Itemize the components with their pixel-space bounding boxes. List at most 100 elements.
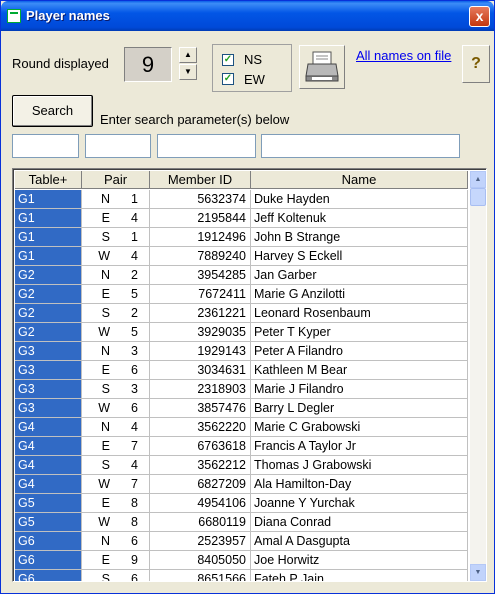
cell-id[interactable]: 7889240 <box>150 247 251 266</box>
cell-pair[interactable]: 8 <box>129 494 150 513</box>
cell-id[interactable]: 1912496 <box>150 228 251 247</box>
round-down-button[interactable]: ▼ <box>179 64 197 80</box>
print-button[interactable] <box>299 45 345 89</box>
cell-name[interactable]: Marie G Anzilotti <box>251 285 468 304</box>
cell-table[interactable]: G3 <box>15 342 82 361</box>
help-button[interactable]: ? <box>462 45 490 83</box>
cell-id[interactable]: 8405050 <box>150 551 251 570</box>
cell-table[interactable]: G1 <box>15 190 82 209</box>
table-row[interactable]: G6 E 9 8405050 Joe Horwitz <box>15 551 468 570</box>
table-row[interactable]: G1 E 4 2195844 Jeff Koltenuk <box>15 209 468 228</box>
cell-id[interactable]: 3954285 <box>150 266 251 285</box>
cell-table[interactable]: G3 <box>15 380 82 399</box>
cell-pair[interactable]: 2 <box>129 304 150 323</box>
search-name-input[interactable] <box>261 134 460 158</box>
all-names-link[interactable]: All names on file <box>356 48 451 63</box>
search-button[interactable]: Search <box>12 95 93 127</box>
table-row[interactable]: G3 N 3 1929143 Peter A Filandro <box>15 342 468 361</box>
cell-table[interactable]: G6 <box>15 532 82 551</box>
cell-pair[interactable]: 1 <box>129 190 150 209</box>
scroll-up-button[interactable]: ▲ <box>470 171 486 188</box>
table-row[interactable]: G1 S 1 1912496 John B Strange <box>15 228 468 247</box>
cell-name[interactable]: Marie J Filandro <box>251 380 468 399</box>
header-pair[interactable]: Pair <box>82 171 150 189</box>
cell-id[interactable]: 3929035 <box>150 323 251 342</box>
table-row[interactable]: G1 N 1 5632374 Duke Hayden <box>15 190 468 209</box>
table-row[interactable]: G4 S 4 3562212 Thomas J Grabowski <box>15 456 468 475</box>
cell-table[interactable]: G5 <box>15 494 82 513</box>
cell-id[interactable]: 1929143 <box>150 342 251 361</box>
cell-name[interactable]: Kathleen M Bear <box>251 361 468 380</box>
cell-id[interactable]: 2361221 <box>150 304 251 323</box>
table-row[interactable]: G5 E 8 4954106 Joanne Y Yurchak <box>15 494 468 513</box>
search-member-id-input[interactable] <box>157 134 256 158</box>
cell-pair[interactable]: 3 <box>129 342 150 361</box>
search-table-input[interactable] <box>12 134 79 158</box>
cell-name[interactable]: Diana Conrad <box>251 513 468 532</box>
cell-pair[interactable]: 2 <box>129 266 150 285</box>
cell-pair[interactable]: 3 <box>129 380 150 399</box>
cell-name[interactable]: Thomas J Grabowski <box>251 456 468 475</box>
table-row[interactable]: G1 W 4 7889240 Harvey S Eckell <box>15 247 468 266</box>
cell-table[interactable]: G5 <box>15 513 82 532</box>
cell-pair[interactable]: 7 <box>129 475 150 494</box>
cell-pair[interactable]: 5 <box>129 323 150 342</box>
cell-name[interactable]: Ala Hamilton-Day <box>251 475 468 494</box>
table-row[interactable]: G3 W 6 3857476 Barry L Degler <box>15 399 468 418</box>
round-up-button[interactable]: ▲ <box>179 47 197 63</box>
cell-pair[interactable]: 4 <box>129 209 150 228</box>
table-row[interactable]: G4 E 7 6763618 Francis A Taylor Jr <box>15 437 468 456</box>
cell-table[interactable]: G2 <box>15 323 82 342</box>
cell-id[interactable]: 4954106 <box>150 494 251 513</box>
cell-name[interactable]: Barry L Degler <box>251 399 468 418</box>
cell-id[interactable]: 2523957 <box>150 532 251 551</box>
cell-id[interactable]: 3034631 <box>150 361 251 380</box>
cell-name[interactable]: Francis A Taylor Jr <box>251 437 468 456</box>
cell-id[interactable]: 6827209 <box>150 475 251 494</box>
table-row[interactable]: G5 W 8 6680119 Diana Conrad <box>15 513 468 532</box>
cell-table[interactable]: G4 <box>15 437 82 456</box>
cell-name[interactable]: Duke Hayden <box>251 190 468 209</box>
header-table[interactable]: Table+ <box>15 171 82 189</box>
cell-pair[interactable]: 6 <box>129 570 150 581</box>
cell-table[interactable]: G6 <box>15 570 82 581</box>
cell-name[interactable]: John B Strange <box>251 228 468 247</box>
cell-table[interactable]: G2 <box>15 285 82 304</box>
cell-table[interactable]: G3 <box>15 399 82 418</box>
cell-pair[interactable]: 6 <box>129 532 150 551</box>
cell-name[interactable]: Harvey S Eckell <box>251 247 468 266</box>
cell-table[interactable]: G1 <box>15 209 82 228</box>
cell-id[interactable]: 3562220 <box>150 418 251 437</box>
cell-pair[interactable]: 4 <box>129 247 150 266</box>
cell-table[interactable]: G1 <box>15 228 82 247</box>
cell-pair[interactable]: 4 <box>129 418 150 437</box>
cell-name[interactable]: Joanne Y Yurchak <box>251 494 468 513</box>
cell-name[interactable]: Joe Horwitz <box>251 551 468 570</box>
cell-name[interactable]: Leonard Rosenbaum <box>251 304 468 323</box>
cell-table[interactable]: G4 <box>15 456 82 475</box>
scroll-down-button[interactable]: ▼ <box>470 564 486 581</box>
cell-id[interactable]: 7672411 <box>150 285 251 304</box>
cell-id[interactable]: 5632374 <box>150 190 251 209</box>
cell-pair[interactable]: 6 <box>129 361 150 380</box>
cell-name[interactable]: Jeff Koltenuk <box>251 209 468 228</box>
cell-id[interactable]: 8651566 <box>150 570 251 581</box>
header-member-id[interactable]: Member ID <box>150 171 251 189</box>
table-row[interactable]: G4 W 7 6827209 Ala Hamilton-Day <box>15 475 468 494</box>
cell-table[interactable]: G3 <box>15 361 82 380</box>
ns-checkbox[interactable]: ✓ <box>222 54 234 66</box>
cell-id[interactable]: 3857476 <box>150 399 251 418</box>
cell-id[interactable]: 3562212 <box>150 456 251 475</box>
table-row[interactable]: G3 S 3 2318903 Marie J Filandro <box>15 380 468 399</box>
title-bar[interactable]: Player names x <box>1 1 494 31</box>
cell-name[interactable]: Jan Garber <box>251 266 468 285</box>
cell-pair[interactable]: 5 <box>129 285 150 304</box>
cell-pair[interactable]: 4 <box>129 456 150 475</box>
cell-name[interactable]: Fateh P Jain <box>251 570 468 581</box>
player-grid[interactable]: Table+ Pair Member ID Name G1 N 1 5632374 Du… <box>12 168 487 582</box>
close-button[interactable]: x <box>469 6 490 27</box>
cell-name[interactable]: Peter T Kyper <box>251 323 468 342</box>
cell-name[interactable]: Peter A Filandro <box>251 342 468 361</box>
table-row[interactable]: G3 E 6 3034631 Kathleen M Bear <box>15 361 468 380</box>
table-row[interactable]: G2 W 5 3929035 Peter T Kyper <box>15 323 468 342</box>
